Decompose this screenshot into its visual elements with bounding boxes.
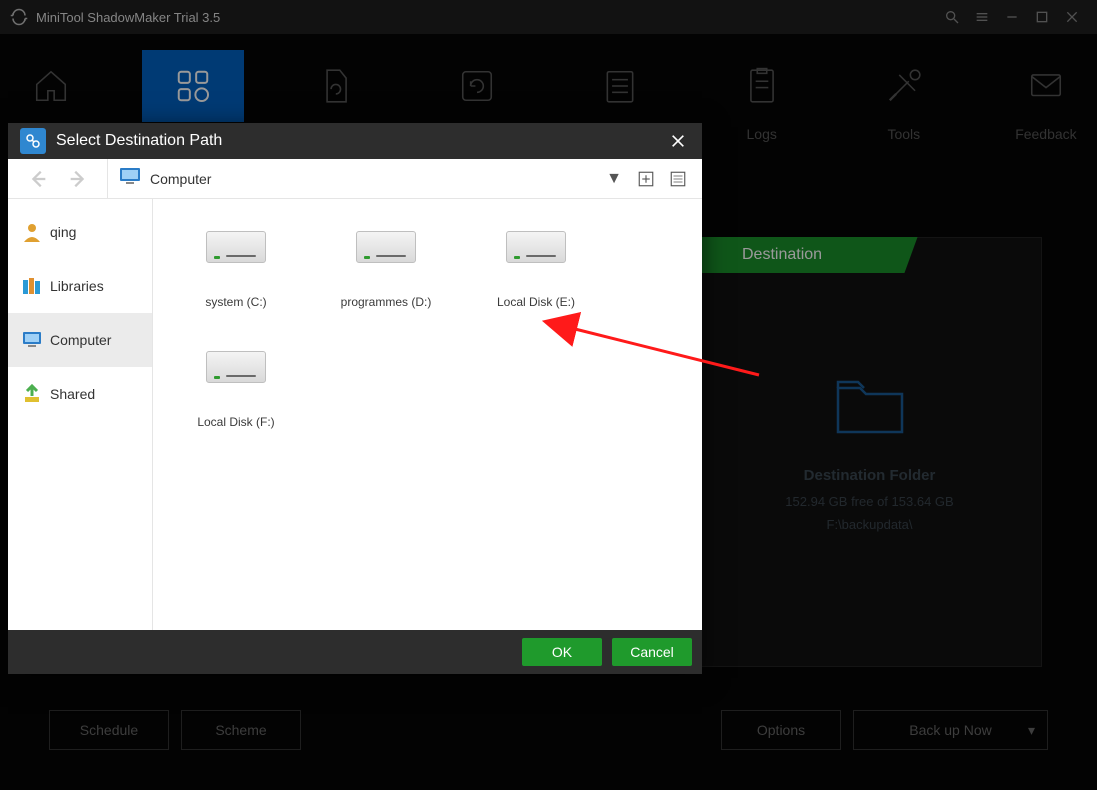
computer-icon <box>118 167 142 190</box>
drive-icon <box>506 223 566 263</box>
dialog-header: Select Destination Path <box>8 123 702 159</box>
dialog-close-button[interactable] <box>666 129 690 153</box>
nav-forward-button[interactable] <box>63 164 93 194</box>
sidebar-item-shared[interactable]: Shared <box>8 367 152 421</box>
view-list-button[interactable] <box>666 167 690 191</box>
sidebar-label: Libraries <box>50 278 104 294</box>
dialog-body: qing Libraries Computer Shared system (C… <box>8 199 702 630</box>
sidebar-label: Shared <box>50 386 95 402</box>
drive-icon <box>206 343 266 383</box>
breadcrumb-text: Computer <box>150 171 211 187</box>
dialog-sidebar: qing Libraries Computer Shared <box>8 199 153 630</box>
drive-label: programmes (D:) <box>341 295 432 309</box>
drive-item[interactable]: Local Disk (E:) <box>461 211 611 331</box>
dropdown-icon[interactable]: ▼ <box>602 167 626 191</box>
drive-label: Local Disk (E:) <box>497 295 575 309</box>
drive-icon <box>356 223 416 263</box>
shared-icon <box>22 384 42 404</box>
new-folder-button[interactable] <box>634 167 658 191</box>
sidebar-item-user[interactable]: qing <box>8 205 152 259</box>
sidebar-item-libraries[interactable]: Libraries <box>8 259 152 313</box>
ok-button[interactable]: OK <box>522 638 602 666</box>
sidebar-item-computer[interactable]: Computer <box>8 313 152 367</box>
libraries-icon <box>22 276 42 296</box>
nav-back-button[interactable] <box>23 164 53 194</box>
sidebar-label: qing <box>50 224 76 240</box>
breadcrumb[interactable]: Computer <box>108 159 590 198</box>
cancel-button[interactable]: Cancel <box>612 638 692 666</box>
drive-item[interactable]: system (C:) <box>161 211 311 331</box>
drive-label: Local Disk (F:) <box>197 415 274 429</box>
drive-pane: system (C:) programmes (D:) Local Disk (… <box>153 199 702 630</box>
drive-item[interactable]: Local Disk (F:) <box>161 331 311 451</box>
computer-icon <box>22 330 42 350</box>
path-bar: Computer ▼ <box>8 159 702 199</box>
user-icon <box>22 222 42 242</box>
select-destination-dialog: Select Destination Path Computer ▼ qing <box>8 123 702 674</box>
drive-item[interactable]: programmes (D:) <box>311 211 461 331</box>
drive-icon <box>206 223 266 263</box>
dialog-footer: OK Cancel <box>8 630 702 674</box>
drive-label: system (C:) <box>205 295 266 309</box>
dialog-title: Select Destination Path <box>56 132 222 150</box>
dialog-icon <box>20 128 46 154</box>
sidebar-label: Computer <box>50 332 111 348</box>
